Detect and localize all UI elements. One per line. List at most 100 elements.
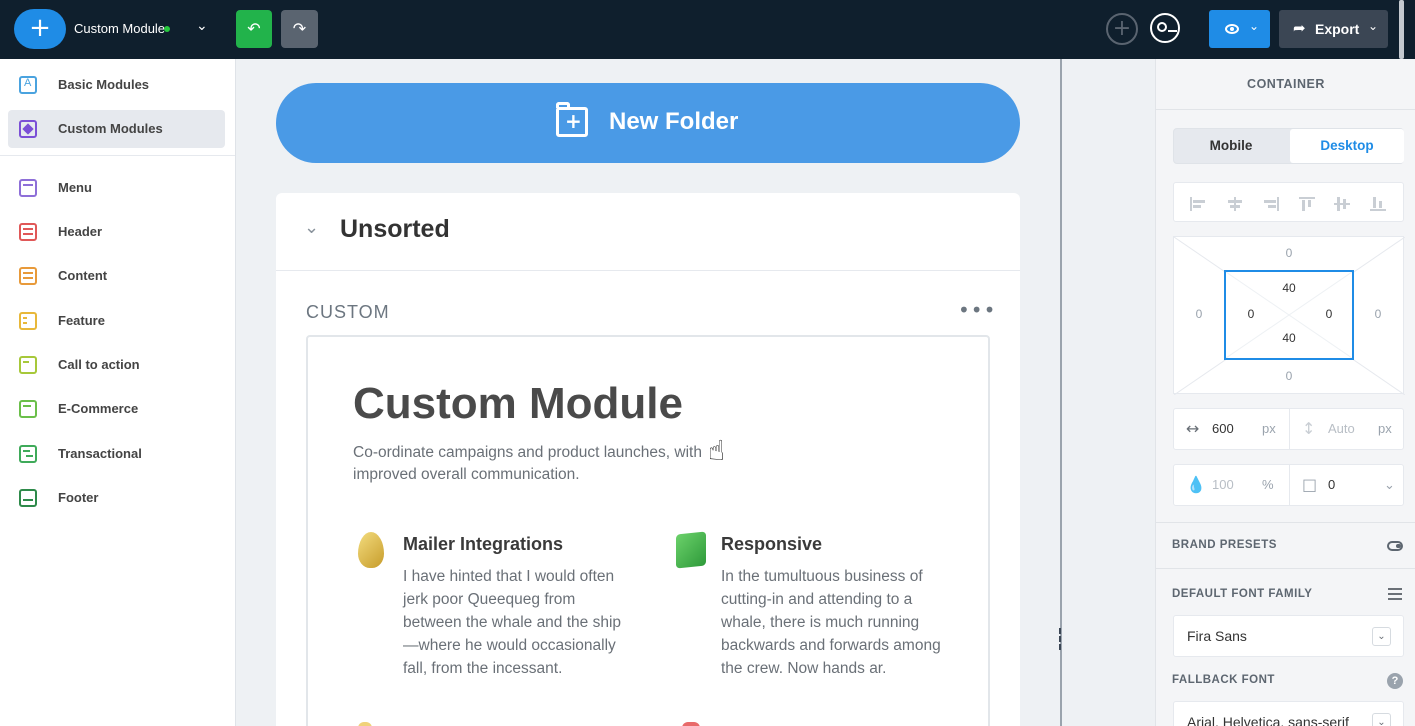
default-font-select[interactable]: Fira Sans ⌄	[1173, 615, 1404, 657]
scrollbar[interactable]	[1399, 0, 1404, 59]
sidebar-item-header[interactable]: Header	[8, 213, 225, 251]
sidebar-item-label: Basic Modules	[58, 77, 150, 92]
device-toggle: Mobile Desktop	[1173, 128, 1404, 164]
preview-button[interactable]: ⌄	[1209, 10, 1270, 48]
module-title[interactable]: Custom Module	[74, 21, 165, 36]
transactional-module-icon	[19, 445, 37, 463]
spacing-box-model: 0 0 0 0 40 0 40 0	[1173, 236, 1405, 395]
sidebar-item-label: Header	[58, 224, 103, 239]
canvas-gutter	[1062, 59, 1155, 726]
padding-top-value[interactable]: 40	[1274, 281, 1304, 295]
radius-field[interactable]: □ 0 ⌄	[1289, 465, 1403, 505]
width-value[interactable]: 600	[1212, 421, 1234, 436]
sidebar-item-menu[interactable]: Menu	[8, 169, 225, 207]
fallback-font-value: Arial, Helvetica, sans-serif	[1187, 714, 1349, 726]
opacity-value[interactable]: 100	[1212, 477, 1234, 492]
sidebar-item-feature[interactable]: Feature	[8, 302, 225, 340]
padding-right-value[interactable]: 0	[1314, 307, 1344, 321]
footer-module-icon	[19, 489, 37, 507]
sidebar-item-label: Menu	[58, 180, 92, 195]
panel-title: CONTAINER	[1247, 77, 1325, 91]
redo-icon: ↷	[292, 19, 307, 38]
add-circle-button[interactable]: +	[1106, 13, 1138, 45]
fallback-font-select[interactable]: Arial, Helvetica, sans-serif ⌄	[1173, 701, 1404, 726]
cta-module-icon	[19, 356, 37, 374]
padding-box: 40 0 40 0	[1224, 270, 1354, 360]
card-subtitle: Co-ordinate campaigns and product launch…	[353, 444, 702, 483]
new-folder-label: New Folder	[609, 108, 739, 135]
sidebar-item-transactional[interactable]: Transactional	[8, 435, 225, 473]
list-icon[interactable]	[1388, 588, 1402, 600]
sidebar-item-call-to-action[interactable]: Call to action	[8, 346, 225, 384]
undo-icon: ↶	[247, 19, 261, 38]
export-button[interactable]: ➦ Export ⌄	[1279, 10, 1388, 48]
padding-left-value[interactable]: 0	[1236, 307, 1266, 321]
help-icon[interactable]: ?	[1387, 673, 1403, 689]
sidebar-item-label: Feature	[58, 313, 105, 328]
align-left-icon[interactable]	[1190, 197, 1206, 211]
vertical-arrows-icon: ↕	[1302, 419, 1316, 438]
add-module-button[interactable]: +	[14, 9, 66, 49]
tab-mobile[interactable]: Mobile	[1174, 129, 1288, 163]
alignment-toolbar	[1173, 182, 1404, 222]
margin-left-value[interactable]: 0	[1184, 307, 1214, 321]
align-bottom-icon[interactable]	[1370, 197, 1386, 211]
sidebar-item-label: Content	[58, 268, 108, 283]
module-sidebar: A Basic Modules Custom Modules Menu Head…	[0, 59, 236, 726]
sidebar-item-content[interactable]: Content	[8, 257, 225, 295]
radius-value[interactable]: 0	[1328, 477, 1335, 492]
feature-title: Mailer Integrations	[403, 534, 564, 554]
cart-icon	[19, 400, 37, 418]
panel-header: CONTAINER	[1156, 59, 1415, 110]
height-value[interactable]: Auto	[1328, 421, 1355, 436]
folder-name: Unsorted	[340, 215, 450, 243]
brand-presets-toggle[interactable]	[1387, 541, 1403, 551]
sidebar-item-footer[interactable]: Footer	[8, 479, 225, 517]
width-field[interactable]: ↔ 600 px	[1174, 409, 1288, 449]
folder-header-unsorted[interactable]: ⌄ Unsorted	[276, 193, 1020, 271]
horizontal-arrows-icon: ↔	[1186, 419, 1200, 438]
green-shape-icon	[676, 531, 706, 569]
user-menu-button[interactable]	[1150, 13, 1180, 43]
egg-icon	[358, 532, 384, 568]
custom-modules-icon	[19, 120, 37, 138]
height-field[interactable]: ↕ Auto px	[1289, 409, 1403, 449]
custom-module-card[interactable]: Custom Module Co-ordinate campaigns and …	[306, 335, 990, 726]
align-center-icon[interactable]	[1227, 197, 1243, 211]
content-module-icon	[19, 267, 37, 285]
align-top-icon[interactable]	[1299, 197, 1315, 211]
chevron-down-icon: ⌄	[304, 217, 320, 238]
margin-top-value[interactable]: 0	[1274, 246, 1304, 260]
tab-desktop[interactable]: Desktop	[1290, 129, 1404, 163]
chevron-down-icon[interactable]: ⌄	[1384, 477, 1395, 493]
opacity-radius-row: 💧 100 % □ 0 ⌄	[1173, 464, 1404, 506]
margin-right-value[interactable]: 0	[1363, 307, 1393, 321]
resize-handle[interactable]	[1059, 628, 1063, 650]
fallback-font-label: FALLBACK FONT	[1172, 674, 1275, 686]
sidebar-item-basic-modules[interactable]: A Basic Modules	[8, 66, 225, 104]
feature-icon-partial	[358, 722, 372, 726]
sidebar-item-e-commerce[interactable]: E-Commerce	[8, 390, 225, 428]
divider	[0, 155, 235, 156]
height-unit: px	[1378, 421, 1392, 436]
droplet-icon: 💧	[1186, 475, 1206, 494]
padding-bottom-value[interactable]: 40	[1274, 331, 1304, 345]
redo-button[interactable]: ↷	[281, 10, 318, 48]
section-label: CUSTOM	[306, 302, 390, 322]
chevron-down-icon[interactable]: ⌄	[196, 18, 208, 34]
undo-button[interactable]: ↶	[236, 10, 272, 48]
properties-panel: CONTAINER Mobile Desktop 0 0 0 0 40 0 40…	[1155, 59, 1415, 726]
new-folder-button[interactable]: + New Folder	[276, 83, 1020, 163]
hand-cursor-icon: ☝	[708, 434, 726, 467]
chevron-down-icon: ⌄	[1372, 713, 1391, 726]
header-module-icon	[19, 223, 37, 241]
dimensions-row: ↔ 600 px ↕ Auto px	[1173, 408, 1404, 450]
letter-a-icon: A	[19, 76, 37, 94]
more-options-icon[interactable]: •••	[958, 298, 996, 322]
margin-bottom-value[interactable]: 0	[1274, 369, 1304, 383]
menu-module-icon	[19, 179, 37, 197]
opacity-field[interactable]: 💧 100 %	[1174, 465, 1288, 505]
align-middle-icon[interactable]	[1334, 197, 1350, 211]
sidebar-item-custom-modules[interactable]: Custom Modules	[8, 110, 225, 148]
align-right-icon[interactable]	[1263, 197, 1279, 211]
